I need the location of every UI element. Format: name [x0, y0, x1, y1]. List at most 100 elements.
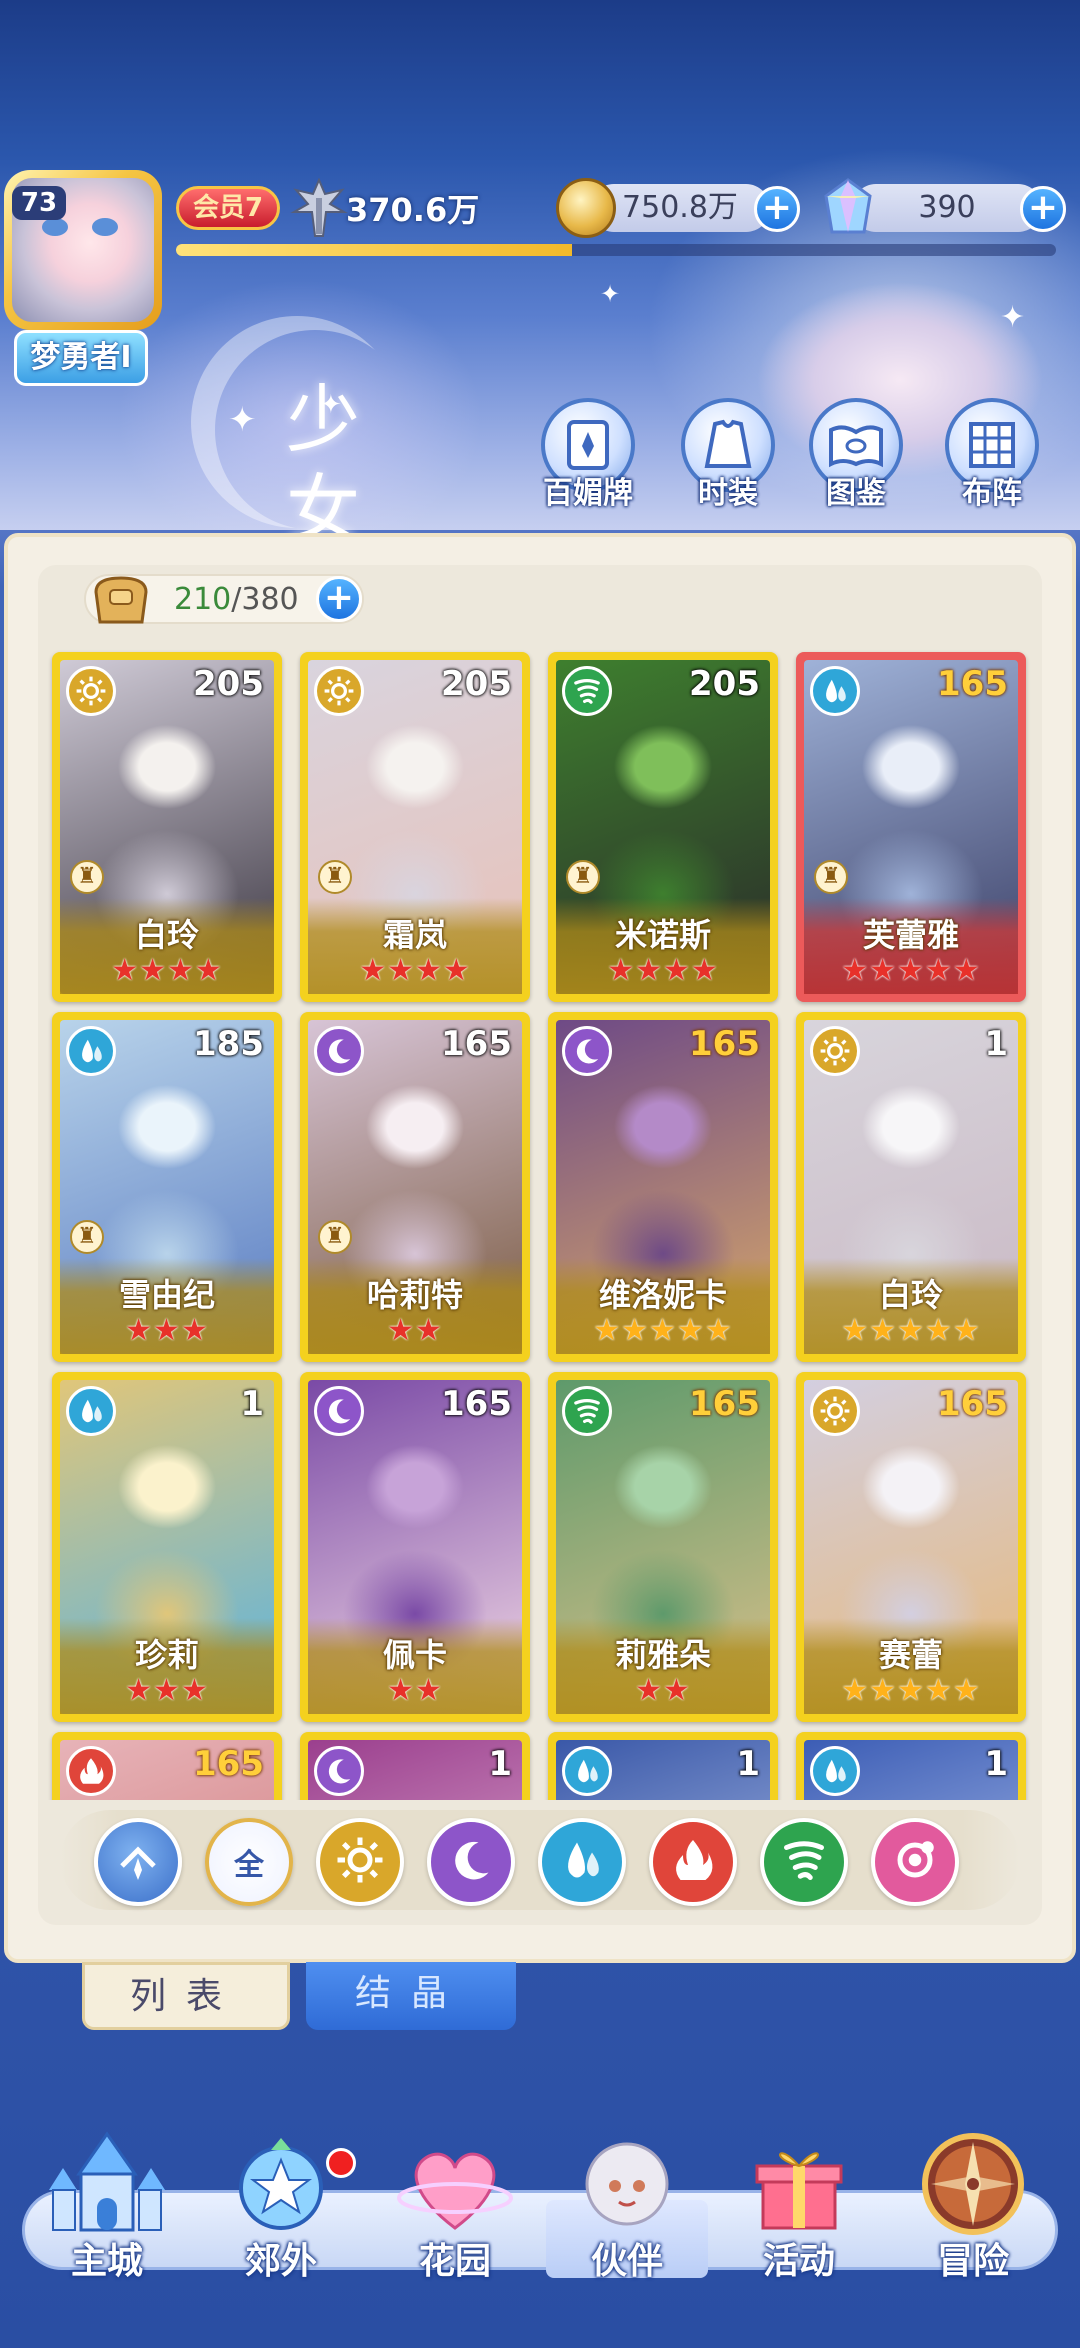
expand-inventory-button[interactable]: + — [316, 576, 362, 622]
section-title: 少女 — [286, 377, 400, 553]
moon-element-icon — [314, 1386, 364, 1436]
filter-fire-button[interactable] — [649, 1818, 737, 1906]
card-stars: ★★★★★ — [841, 1673, 981, 1708]
inventory-max: /380 — [231, 582, 299, 617]
card-stars: ★★ — [635, 1673, 691, 1708]
add-gold-button[interactable]: + — [754, 186, 800, 232]
experience-fill — [176, 244, 572, 256]
filter-collapse-button[interactable] — [94, 1818, 182, 1906]
light-element-icon — [810, 1026, 860, 1076]
partner-card[interactable]: 205 ♜ 白玲 ★★★★ — [52, 652, 282, 1002]
fire-element-icon — [668, 1835, 718, 1889]
card-deck-icon — [567, 420, 609, 470]
card-stars: ★★★ — [125, 1313, 209, 1348]
bottom-nav-label: 郊外 — [244, 2241, 317, 2282]
partner-card[interactable]: 1 白玲 ★★★★★ — [796, 1012, 1026, 1362]
partner-card[interactable]: 205 ♜ 米诺斯 ★★★★ — [548, 652, 778, 1002]
partner-card[interactable]: 165 ♜ 哈莉特 ★★ — [300, 1012, 530, 1362]
card-name: 维洛妮卡 — [598, 1276, 727, 1314]
light-element-icon — [810, 1386, 860, 1436]
sparkle-icon: ✦ — [228, 400, 257, 440]
partner-card[interactable]: 165 维洛妮卡 ★★★★★ — [548, 1012, 778, 1362]
nav-card-deck-button[interactable]: 百媚牌 — [528, 398, 648, 511]
notification-dot — [326, 2148, 356, 2178]
wind-element-icon — [562, 1386, 612, 1436]
card-stars: ★★★ — [125, 1673, 209, 1708]
bottom-nav-label: 花园 — [418, 2241, 491, 2282]
vip-badge[interactable]: 会员7 — [176, 186, 280, 230]
card-stars: ★★★★★ — [593, 1313, 733, 1348]
partner-card[interactable]: 1 — [300, 1732, 530, 1800]
gem-amount: 390 — [852, 184, 1042, 232]
card-level: 165 — [441, 1384, 512, 1424]
bottom-nav-label: 冒险 — [936, 2241, 1009, 2282]
filter-all-button[interactable]: 全 — [205, 1818, 293, 1906]
player-name[interactable]: 梦勇者I — [14, 330, 148, 386]
gold-amount: 750.8万 — [590, 184, 770, 232]
bottom-nav-partners[interactable]: 伙伴 — [542, 2128, 712, 2282]
card-name: 莉雅朵 — [614, 1636, 711, 1674]
moon-element-icon — [314, 1026, 364, 1076]
fire-element-icon — [66, 1746, 116, 1796]
garden-heart-icon — [395, 2128, 515, 2248]
bottom-nav-adventure[interactable]: 冒险 — [888, 2128, 1058, 2282]
bottom-nav-label: 活动 — [762, 2241, 835, 2282]
card-name: 霜岚 — [382, 916, 447, 954]
castle-icon — [47, 2128, 167, 2248]
partner-card[interactable]: 165 — [52, 1732, 282, 1800]
partner-card[interactable]: 1 — [796, 1732, 1026, 1800]
bottom-nav-events[interactable]: 活动 — [714, 2128, 884, 2282]
combat-power-value: 370.6万 — [346, 191, 480, 229]
partner-card[interactable]: 165 佩卡 ★★ — [300, 1372, 530, 1722]
storage-bag-icon — [94, 576, 148, 624]
partner-card[interactable]: 165 莉雅朵 ★★ — [548, 1372, 778, 1722]
nav-costume-button[interactable]: 时装 — [668, 398, 788, 511]
filter-moon-button[interactable] — [427, 1818, 515, 1906]
tab-crystal[interactable]: 结晶 — [306, 1962, 516, 2030]
tab-list[interactable]: 列表 — [82, 1962, 290, 2030]
water-element-icon — [66, 1386, 116, 1436]
partner-card[interactable]: 1 — [548, 1732, 778, 1800]
gold-coin-icon — [556, 178, 616, 238]
partner-card[interactable]: 165 赛蕾 ★★★★★ — [796, 1372, 1026, 1722]
filter-water-button[interactable] — [538, 1818, 626, 1906]
card-name: 赛蕾 — [878, 1636, 943, 1674]
partner-card[interactable]: 165 ♜ 芙蕾雅 ★★★★★ — [796, 652, 1026, 1002]
rook-icon: ♜ — [70, 860, 104, 894]
filter-light-button[interactable] — [316, 1818, 404, 1906]
rook-icon: ♜ — [318, 1220, 352, 1254]
water-element-icon — [557, 1835, 607, 1889]
nav-codex-button[interactable]: 图鉴 — [796, 398, 916, 511]
nav-label: 百媚牌 — [543, 476, 633, 511]
bottom-nav-home[interactable]: 主城 — [22, 2128, 192, 2282]
bottom-nav-garden[interactable]: 花园 — [370, 2128, 540, 2282]
card-name: 米诺斯 — [614, 916, 711, 954]
nav-label: 图鉴 — [826, 476, 886, 511]
crystal-gem-icon — [824, 178, 872, 234]
water-element-icon — [562, 1746, 612, 1796]
wind-element-icon — [562, 666, 612, 716]
card-stars: ★★★★ — [359, 953, 471, 988]
filter-star-button[interactable] — [871, 1818, 959, 1906]
rook-icon: ♜ — [566, 860, 600, 894]
card-name: 佩卡 — [382, 1636, 447, 1674]
collapse-up-icon — [120, 1846, 156, 1880]
card-level: 165 — [689, 1024, 760, 1064]
wind-element-icon — [779, 1835, 829, 1889]
light-element-icon — [314, 666, 364, 716]
moon-element-icon — [446, 1835, 496, 1889]
sparkle-icon: ✦ — [600, 280, 621, 308]
partner-card[interactable]: 205 ♜ 霜岚 ★★★★ — [300, 652, 530, 1002]
card-name: 雪由纪 — [118, 1276, 215, 1314]
partner-card-grid: 205 ♜ 白玲 ★★★★ 205 ♜ 霜岚 ★★★★ 205 ♜ 米诺斯 ★★… — [40, 648, 1040, 1800]
light-element-icon — [335, 1835, 385, 1889]
add-gem-button[interactable]: + — [1020, 186, 1066, 232]
sword-power-icon — [290, 178, 348, 237]
nav-formation-button[interactable]: 布阵 — [932, 398, 1052, 511]
star-element-icon — [890, 1835, 940, 1889]
formation-grid-icon — [969, 422, 1015, 468]
water-element-icon — [66, 1026, 116, 1076]
partner-card[interactable]: 185 ♜ 雪由纪 ★★★ — [52, 1012, 282, 1362]
filter-wind-button[interactable] — [760, 1818, 848, 1906]
partner-card[interactable]: 1 珍莉 ★★★ — [52, 1372, 282, 1722]
